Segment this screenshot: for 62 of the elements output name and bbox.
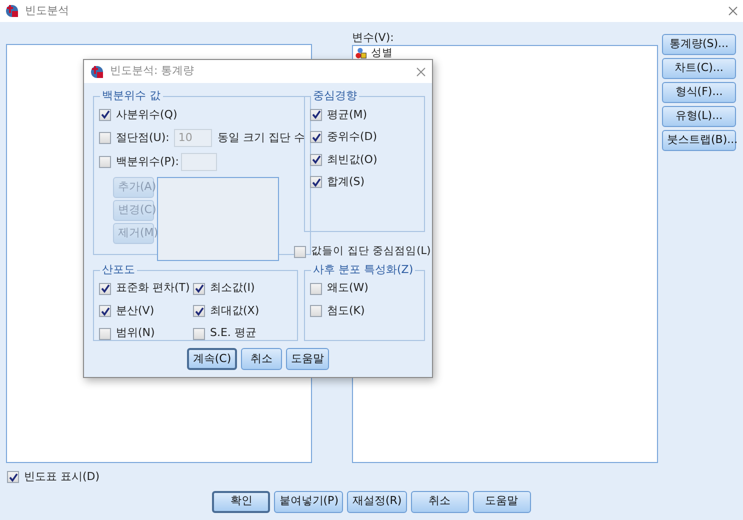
button[interactable]: 붙여넣기(P): [274, 490, 344, 512]
checkbox[interactable]: [193, 282, 205, 294]
checkbox[interactable]: [294, 246, 306, 258]
button[interactable]: 형식(F)...: [662, 82, 736, 103]
checkbox-option[interactable]: 사분위수(Q): [99, 106, 305, 123]
checkbox[interactable]: [99, 328, 111, 340]
checkbox[interactable]: [99, 282, 111, 294]
checkbox[interactable]: [99, 156, 111, 168]
nominal-variable-icon: [355, 46, 367, 58]
check-icon: [100, 306, 110, 316]
checkbox[interactable]: [310, 131, 322, 144]
percentile-list[interactable]: [157, 177, 279, 261]
group-title: 백분위수 값: [101, 88, 162, 104]
check-icon: [312, 178, 320, 187]
checkbox[interactable]: [99, 305, 111, 317]
checkbox-option[interactable]: 표준화 편차(T): [99, 280, 193, 297]
checkbox[interactable]: [310, 108, 322, 121]
dialog-title: 빈도분석: 통계량: [110, 63, 194, 80]
check-icon: [8, 472, 18, 482]
check-icon: [100, 284, 110, 293]
list-item[interactable]: 성별: [371, 46, 393, 58]
app-icon: [90, 64, 104, 78]
check-icon: [312, 155, 320, 164]
button[interactable]: 유형(L)...: [662, 106, 736, 127]
checkbox[interactable]: [310, 154, 322, 166]
checkbox-option[interactable]: 범위(N): [99, 325, 193, 342]
button[interactable]: 취소: [410, 490, 469, 512]
checkbox-option[interactable]: 최소값(I): [193, 280, 292, 297]
button[interactable]: 붓스트랩(B)...: [662, 130, 736, 151]
button[interactable]: 도움말: [286, 348, 330, 370]
checkbox[interactable]: [193, 328, 205, 340]
checkbox[interactable]: [310, 305, 322, 317]
group-title: 산포도: [101, 262, 136, 278]
checkbox[interactable]: [7, 471, 19, 484]
button[interactable]: 취소: [241, 348, 282, 370]
window-title: 빈도분석: [25, 2, 69, 19]
close-icon[interactable]: [416, 66, 426, 76]
input-field[interactable]: [180, 153, 217, 171]
checkbox-option[interactable]: S.E. 평균: [193, 325, 292, 342]
checkbox-option[interactable]: 최대값(X): [193, 302, 292, 320]
checkbox[interactable]: [99, 108, 111, 121]
check-icon: [194, 306, 204, 316]
button[interactable]: 도움말: [472, 490, 531, 512]
button[interactable]: 계속(C): [186, 348, 238, 370]
app-icon: [5, 4, 19, 18]
field-label: 동일 크기 집단 수: [217, 130, 305, 146]
check-icon: [312, 110, 320, 120]
check-icon: [312, 132, 320, 142]
checkbox[interactable]: [310, 176, 322, 188]
button[interactable]: 통계량(S)...: [662, 34, 736, 55]
checkbox-option[interactable]: 백분위수(P):: [99, 154, 179, 170]
button[interactable]: 재설정(R): [347, 490, 407, 512]
close-icon[interactable]: [728, 6, 738, 16]
check-icon: [100, 110, 110, 120]
button[interactable]: 차트(C)...: [662, 58, 736, 79]
checkbox-option[interactable]: 빈도표 표시(D): [7, 469, 736, 486]
checkbox-option[interactable]: 분산(V): [99, 302, 193, 320]
check-icon: [194, 284, 204, 293]
checkbox[interactable]: [193, 305, 205, 317]
checkbox[interactable]: [310, 282, 322, 294]
button[interactable]: 확인: [212, 490, 270, 512]
field-label: 변수(V):: [352, 30, 395, 45]
